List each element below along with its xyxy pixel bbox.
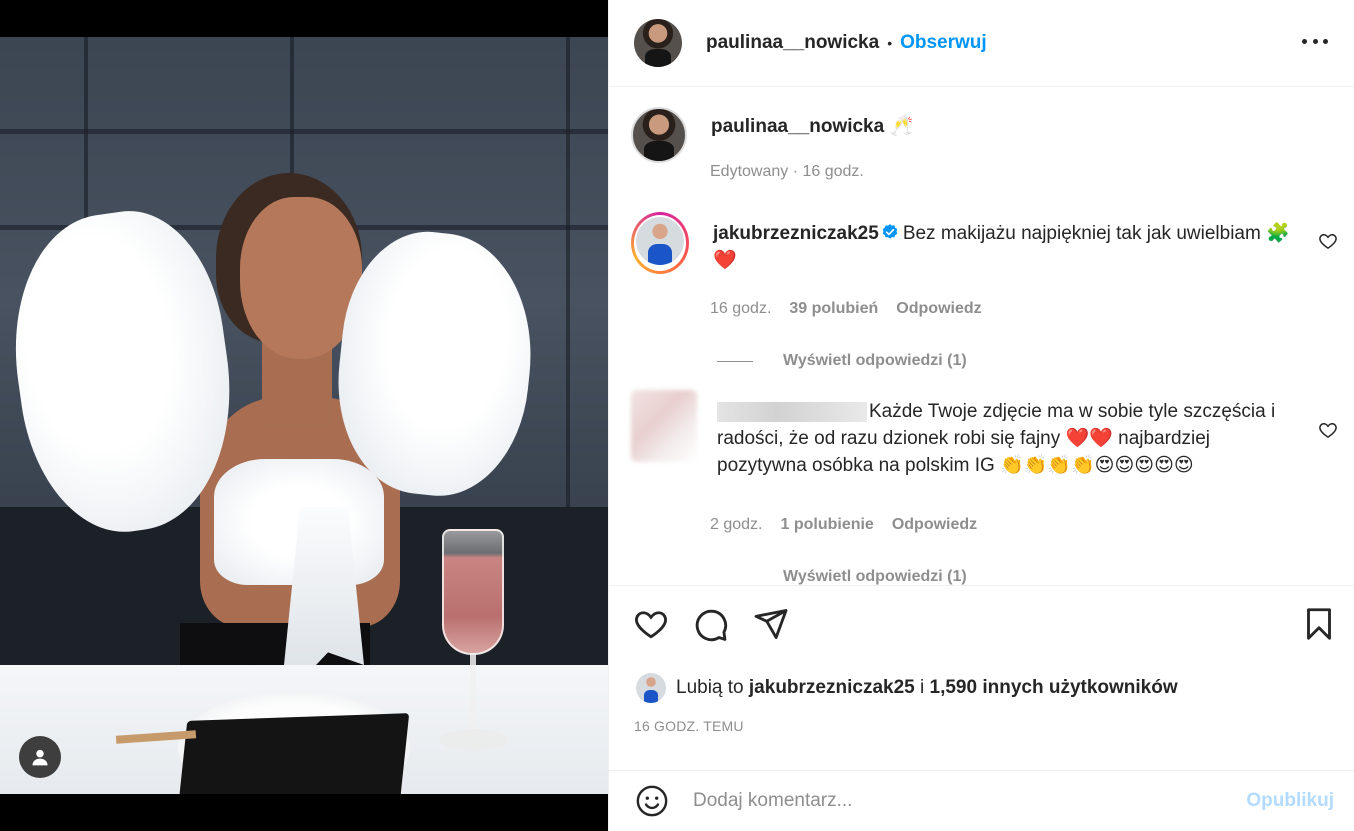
liker-username[interactable]: jakubrzezniczak25 bbox=[749, 677, 915, 699]
reply-button[interactable]: Odpowiedz bbox=[892, 516, 977, 534]
comment-item: Każde Twoje zdjęcie ma w sobie tyle szcz… bbox=[631, 390, 1338, 479]
likes-count-link[interactable]: 1,590 innych użytkowników bbox=[930, 677, 1178, 699]
post-modal: paulinaa__nowicka • Obserwuj paulinaa__n… bbox=[0, 0, 1354, 831]
comment-likes-count[interactable]: 39 polubień bbox=[789, 300, 878, 318]
comment-emoji-end: 👏👏👏👏😍😍😍😍😍 bbox=[1000, 454, 1194, 476]
commenter-avatar-blurred[interactable] bbox=[631, 390, 697, 462]
caption-text: 🥂 bbox=[889, 115, 914, 137]
view-replies-label: Wyświetl odpowiedzi (1) bbox=[783, 352, 967, 369]
comment-text: Bez makijażu najpiękniej tak jak uwielbi… bbox=[902, 223, 1261, 244]
caption-username[interactable]: paulinaa__nowicka bbox=[711, 116, 884, 137]
likes-summary: Lubią to jakubrzezniczak25 i 1,590 innyc… bbox=[636, 673, 1178, 703]
comments-list[interactable]: paulinaa__nowicka 🥂 Edytowany · 16 godz.… bbox=[609, 88, 1354, 585]
story-ring[interactable] bbox=[631, 212, 689, 274]
post-side-panel: paulinaa__nowicka • Obserwuj paulinaa__n… bbox=[608, 0, 1354, 831]
caption: paulinaa__nowicka 🥂 bbox=[631, 107, 1338, 163]
comment-meta: 2 godz. 1 polubienie Odpowiedz bbox=[710, 516, 977, 534]
caption-meta: Edytowany · 16 godz. bbox=[710, 163, 864, 181]
verified-badge-icon bbox=[882, 224, 898, 239]
comment-time[interactable]: 2 godz. bbox=[710, 516, 762, 534]
add-comment-bar: Opublikuj bbox=[609, 770, 1354, 831]
comment-likes-count[interactable]: 1 polubienie bbox=[780, 516, 873, 534]
bookmark-icon[interactable] bbox=[1301, 606, 1337, 642]
post-time[interactable]: 16 GODZ. TEMU bbox=[634, 718, 744, 734]
comment-like-heart-icon[interactable] bbox=[1318, 420, 1338, 440]
comment-input[interactable] bbox=[693, 790, 1213, 812]
publish-button[interactable]: Opublikuj bbox=[1246, 790, 1334, 812]
user-tag-button[interactable] bbox=[19, 736, 61, 778]
view-replies-button[interactable]: Wyświetl odpowiedzi (1) bbox=[717, 352, 967, 370]
comment-like-heart-icon[interactable] bbox=[1318, 231, 1338, 251]
author-username[interactable]: paulinaa__nowicka bbox=[706, 32, 879, 54]
paper-plane-icon[interactable] bbox=[753, 606, 789, 642]
post-actions: Lubią to jakubrzezniczak25 i 1,590 innyc… bbox=[609, 585, 1354, 770]
comment-bubble-icon[interactable] bbox=[693, 606, 729, 642]
likes-joiner: i bbox=[920, 677, 925, 698]
caption-author-avatar[interactable] bbox=[631, 107, 687, 163]
heart-icon[interactable] bbox=[633, 606, 669, 642]
comment-emoji: ❤️❤️ bbox=[1065, 427, 1113, 449]
likes-prefix: Lubią to bbox=[676, 677, 744, 698]
post-photo[interactable] bbox=[0, 37, 608, 794]
comment-meta: 16 godz. 39 polubień Odpowiedz bbox=[710, 300, 982, 318]
separator-dot: • bbox=[887, 35, 893, 51]
more-dots-icon[interactable] bbox=[1302, 28, 1328, 54]
reply-button[interactable]: Odpowiedz bbox=[896, 300, 981, 318]
post-media bbox=[0, 0, 608, 831]
comment-item: jakubrzezniczak25 Bez makijażu najpięknie… bbox=[631, 212, 1338, 274]
author-avatar[interactable] bbox=[634, 19, 682, 67]
comment-time[interactable]: 16 godz. bbox=[710, 300, 771, 318]
caption-edited-time: Edytowany · 16 godz. bbox=[710, 163, 864, 180]
comment-username-blurred[interactable] bbox=[717, 401, 867, 422]
follow-button[interactable]: Obserwuj bbox=[900, 32, 987, 54]
smiley-icon[interactable] bbox=[635, 784, 669, 818]
post-header: paulinaa__nowicka • Obserwuj bbox=[609, 0, 1354, 87]
commenter-avatar bbox=[636, 217, 684, 265]
view-replies-label: Wyświetl odpowiedzi (1) bbox=[783, 568, 967, 585]
liker-avatar[interactable] bbox=[636, 673, 666, 703]
user-tag-icon bbox=[32, 749, 48, 766]
view-replies-button[interactable]: Wyświetl odpowiedzi (1) bbox=[717, 568, 967, 585]
comment-username[interactable]: jakubrzezniczak25 bbox=[713, 223, 879, 244]
